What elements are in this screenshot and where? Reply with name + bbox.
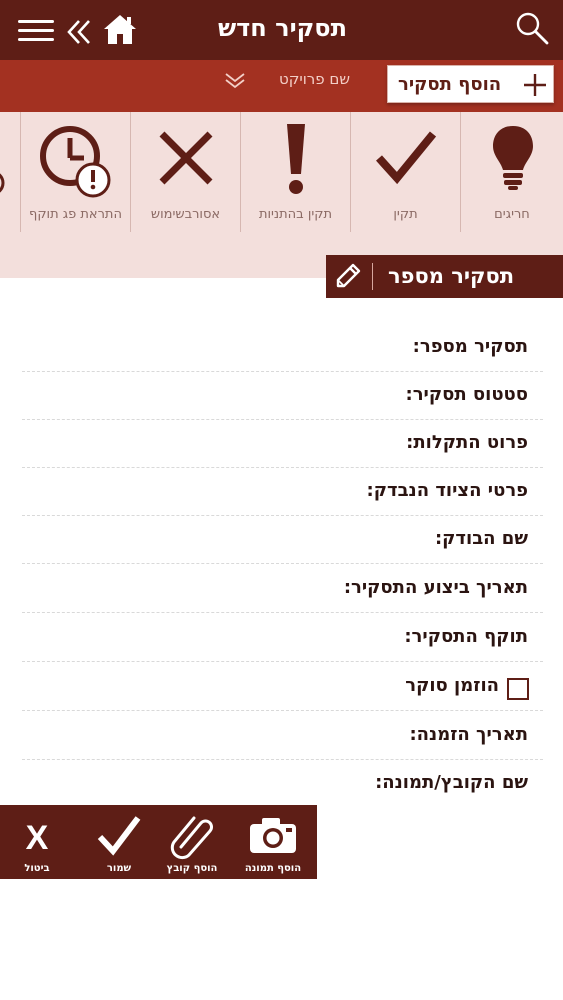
home-icon[interactable] [103,13,137,45]
surveyor-invited-checkbox[interactable] [507,678,529,700]
field-surveyor-invited: הוזמן סוקר [22,663,543,711]
field-report-date[interactable]: תאריך ביצוע התסקיר: [22,565,543,613]
category-label: חריגים [494,207,530,222]
paperclip-icon [170,816,213,860]
save-label: שמור [106,863,132,874]
category-ok[interactable]: תקין [350,112,460,232]
field-label: תוקף התסקיר: [404,626,528,647]
menu-icon[interactable] [18,20,54,44]
action-bar: X ביטול שמור הוסף קובץ הוסף תמונה [0,805,317,879]
add-report-button[interactable]: הוסף תסקיר [387,65,554,103]
field-equipment-details[interactable]: פרטי הציוד הנבדק: [22,468,543,516]
checkmark-icon [376,131,437,185]
add-file-button[interactable]: הוסף קובץ [155,805,229,879]
search-icon[interactable] [514,10,550,46]
report-number-header: תסקיר מספר [326,255,563,298]
field-label: תאריך הזמנה: [409,724,528,745]
project-label: שם פרויקט [279,70,350,88]
category-exceptions[interactable]: חריגים [460,112,563,232]
field-inspector-name[interactable]: שם הבודק: [22,516,543,564]
page-title: תסקיר חדש [217,14,348,42]
double-chevron-left-icon[interactable] [66,18,92,46]
save-button[interactable]: שמור [82,805,156,879]
field-label: פרוט התקלות: [406,432,528,453]
field-label: תאריך ביצוע התסקיר: [343,577,528,598]
category-conditional-ok[interactable]: תקין בהתניות [240,112,350,232]
cancel-x-icon: X [25,819,49,857]
checkbox-label: הוזמן סוקר [405,675,499,696]
add-report-label: הוסף תסקיר [398,74,502,95]
field-label: שם הבודק: [434,528,528,549]
field-report-status[interactable]: סטטוס תסקיר: [22,372,543,420]
category-expiry-alert[interactable]: התראת פג תוקף [20,112,130,232]
category-strip: התראת פג תוקף אסורבשימוש תקין בהתניות תק… [0,112,563,278]
category-label: אסורבשימוש [150,207,221,222]
plus-icon [524,74,546,96]
section-title: תסקיר מספר [388,264,515,288]
x-mark-icon [159,131,213,185]
field-file-name[interactable]: שם הקובץ/תמונה: [22,760,543,808]
category-label: תקין בהתניות [258,207,333,222]
add-photo-label: הוסף תמונה [244,863,302,874]
add-file-label: הוסף קובץ [166,863,218,874]
field-label: פרטי הציוד הנבדק: [366,480,528,501]
chevron-down-icon [225,73,245,89]
field-fault-details[interactable]: פרוט התקלות: [22,420,543,468]
field-label: תסקיר מספר: [412,336,528,357]
field-report-validity[interactable]: תוקף התסקיר: [22,614,543,662]
field-label: שם הקובץ/תמונה: [375,772,528,793]
category-prohibited[interactable]: אסורבשימוש [130,112,240,232]
clock-alert-icon [40,126,111,198]
divider [372,263,373,290]
cancel-button[interactable]: X ביטול [0,805,74,879]
top-header: תסקיר חדש [0,0,563,60]
field-label: סטטוס תסקיר: [405,384,528,405]
category-label: תקין [393,207,418,222]
pencil-icon[interactable] [334,262,362,290]
field-report-number[interactable]: תסקיר מספר: [22,324,543,372]
add-photo-button[interactable]: הוסף תמונה [236,805,310,879]
category-label: התראת פג תוקף [29,207,122,222]
lightbulb-icon [493,126,533,190]
exclamation-icon [287,124,305,194]
partial-icon [0,173,5,193]
field-invite-date[interactable]: תאריך הזמנה: [22,712,543,760]
cancel-label: ביטול [24,863,50,874]
camera-icon [250,818,296,853]
checkmark-icon [97,816,141,856]
project-selector[interactable]: שם פרויקט [220,68,350,94]
